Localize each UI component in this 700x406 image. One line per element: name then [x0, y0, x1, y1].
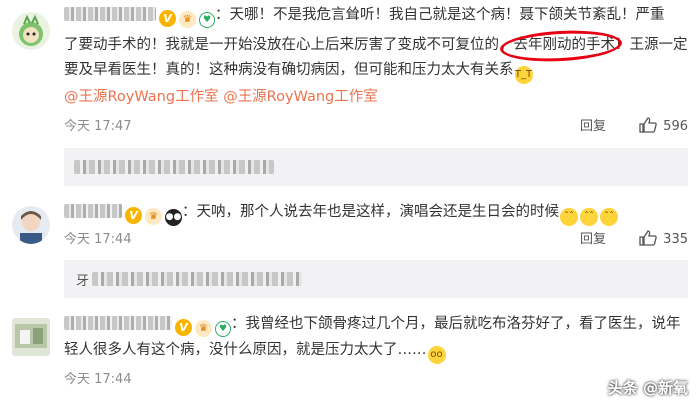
avatar[interactable]	[12, 206, 50, 244]
verified-v-icon: V	[125, 207, 142, 224]
username-blurred[interactable]	[64, 316, 172, 330]
username-blurred[interactable]	[64, 7, 156, 21]
comment-mentions: @王源RoyWang工作室 @王源RoyWang工作室	[64, 85, 688, 110]
thumbs-up-icon	[639, 117, 657, 133]
timestamp: 今天 17:47	[64, 119, 132, 134]
verified-v-icon: V	[159, 10, 176, 27]
comment-text-line1: ：我曾经也下颌骨疼过几个月，最后就吃布洛芬好了，看了医生，说年	[231, 316, 681, 332]
timestamp: 今天 17:44	[64, 232, 132, 247]
crown-badge-icon: ♛	[179, 11, 196, 28]
crown-badge-icon: ♛	[195, 320, 212, 337]
comment-text: V ♛ ♥ ：我曾经也下颌骨疼过几个月，最后就吃布洛芬好了，看了医生，说年	[64, 312, 688, 337]
like-count: 596	[663, 119, 688, 134]
comment-text: V ♛ ●●：天呐，那个人说去年也是这样，演唱会还是生日会的时候 ˆˆ ˆˆ ˆˆ	[64, 200, 688, 226]
confused-emoji-icon: oo	[427, 346, 446, 364]
emoji-icon: ˆˆ	[560, 208, 578, 226]
username-blurred[interactable]	[64, 204, 122, 218]
blurred-subreply	[92, 272, 302, 286]
reply-button[interactable]: 回复	[580, 117, 606, 137]
panda-icon: ●●	[165, 209, 182, 226]
comment-text-line1: ：天呐，那个人说去年也是这样，演唱会还是生日会的时候	[182, 204, 559, 220]
comment-text: V ♛ ♥ ：天哪！不是我危言耸听！我自己就是这个病！聂下颌关节紊乱！严重	[64, 3, 688, 28]
verified-v-icon: V	[175, 319, 192, 336]
sub-reply-box: 牙	[64, 260, 688, 298]
like-button[interactable]: 335	[639, 230, 688, 250]
comment-text-line2: 轻人很多人有这个病，没什么原因，就是压力太大了……	[64, 342, 427, 358]
crying-emoji-icon: T_T	[514, 66, 533, 84]
sub-reply-box	[64, 148, 688, 186]
comment-text: 轻人很多人有这个病，没什么原因，就是压力太大了…… oo	[64, 338, 688, 364]
like-button[interactable]: 596	[639, 117, 688, 137]
comment-text-line3: 要及早看医生！真的！这种病没有确切病因，但可能和压力太大有关系	[64, 62, 514, 78]
emoji-icon: ˆˆ	[600, 208, 618, 226]
watermark: 头条 @新氧	[607, 379, 688, 397]
heart-badge-icon: ♥	[199, 12, 215, 28]
comment-text-line2: 了要动手术的！我就是一开始没放在心上后来厉害了变成不可复位的，	[64, 37, 514, 53]
like-count: 335	[663, 232, 688, 247]
comment-meta: 今天 17:44	[64, 370, 688, 390]
crown-badge-icon: ♛	[145, 208, 162, 225]
thumbs-up-icon	[639, 230, 657, 246]
mention-link[interactable]: @王源RoyWang工作室	[64, 89, 219, 105]
heart-badge-icon: ♥	[215, 321, 231, 337]
comment-meta: 今天 17:47 回复 596	[64, 117, 688, 137]
comment-text-line1: ：天哪！不是我危言耸听！我自己就是这个病！聂下颌关节紊乱！严重	[215, 7, 665, 23]
avatar[interactable]	[12, 12, 50, 50]
emoji-icon: ˆˆ	[580, 208, 598, 226]
comment-text: 要及早看医生！真的！这种病没有确切病因，但可能和压力太大有关系T_T	[64, 58, 688, 84]
comment-meta: 今天 17:44 回复 335	[64, 230, 688, 250]
timestamp: 今天 17:44	[64, 372, 132, 387]
avatar[interactable]	[12, 318, 50, 356]
reply-button[interactable]: 回复	[580, 230, 606, 250]
comment-text-line2-end: 王源一定	[629, 37, 688, 53]
subreply-prefix: 牙	[76, 274, 90, 289]
mention-link[interactable]: @王源RoyWang工作室	[223, 89, 378, 105]
blurred-subreply	[74, 160, 274, 174]
